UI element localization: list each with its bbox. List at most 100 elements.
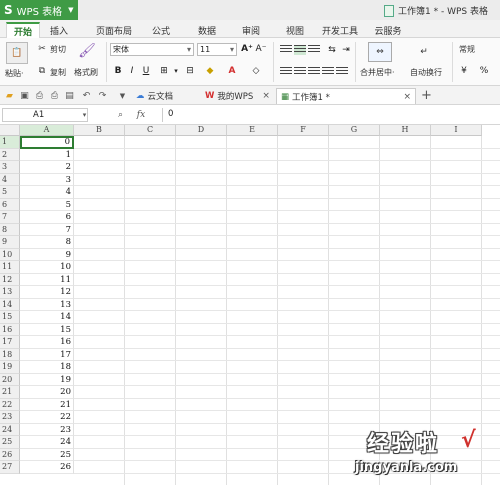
percent-button[interactable]: % <box>478 65 490 77</box>
tab-cloud-docs[interactable]: ☁ 云文档 <box>136 88 173 104</box>
column-header-d[interactable]: D <box>176 125 227 136</box>
merge-center-label[interactable]: 合并居中· <box>360 67 395 78</box>
cell-a[interactable]: 24 <box>20 436 74 449</box>
tab-cloud-services[interactable]: 云服务 <box>368 22 408 38</box>
row-header[interactable]: 24 <box>0 423 20 436</box>
fx-icon[interactable]: fx <box>132 108 150 121</box>
paste-label[interactable]: 粘贴· <box>5 68 24 79</box>
column-header-h[interactable]: H <box>380 125 431 136</box>
borders-icon[interactable]: ⊞ <box>158 65 170 77</box>
save-icon[interactable]: ▣ <box>18 89 31 102</box>
format-painter-icon[interactable]: 🖌 <box>78 42 96 60</box>
column-header-a[interactable]: A <box>20 125 74 136</box>
align-left-icon[interactable] <box>280 67 292 77</box>
row-header[interactable]: 16 <box>0 323 20 336</box>
cell-a[interactable]: 3 <box>20 173 74 186</box>
column-header-i[interactable]: I <box>431 125 482 136</box>
row-header[interactable]: 23 <box>0 411 20 424</box>
cell-a[interactable]: 17 <box>20 348 74 361</box>
merge-center-icon[interactable]: ⇔ <box>368 42 392 62</box>
orientation-icon[interactable]: ⇆ <box>326 44 338 56</box>
row-header[interactable]: 2 <box>0 148 20 161</box>
clear-format-icon[interactable]: ◇ <box>250 65 262 77</box>
row-header[interactable]: 8 <box>0 223 20 236</box>
distribute-icon[interactable] <box>336 67 348 77</box>
tab-page-layout[interactable]: 页面布局 <box>92 22 136 38</box>
align-right-icon[interactable] <box>308 67 320 77</box>
name-box[interactable]: A1 <box>2 108 88 122</box>
cell-a[interactable]: 14 <box>20 311 74 324</box>
font-name-select[interactable]: 宋体 <box>110 43 194 56</box>
row-header[interactable]: 3 <box>0 161 20 174</box>
cell-a[interactable]: 25 <box>20 448 74 461</box>
row-header[interactable]: 27 <box>0 461 20 474</box>
row-header[interactable]: 9 <box>0 236 20 249</box>
cell-a[interactable]: 1 <box>20 148 74 161</box>
app-menu-button[interactable]: S WPS 表格 ▼ <box>0 0 78 20</box>
cell-a[interactable]: 5 <box>20 198 74 211</box>
cell-a[interactable]: 16 <box>20 336 74 349</box>
tab-review[interactable]: 审阅 <box>236 22 266 38</box>
row-header[interactable]: 6 <box>0 198 20 211</box>
tab-my-wps[interactable]: W 我的WPS × <box>205 88 270 104</box>
format-painter-label[interactable]: 格式刷 <box>74 67 98 78</box>
row-header[interactable]: 11 <box>0 261 20 274</box>
row-header[interactable]: 1 <box>0 136 20 149</box>
active-cell-a1[interactable]: 0 <box>20 136 74 149</box>
row-header[interactable]: 19 <box>0 361 20 374</box>
column-header-f[interactable]: F <box>278 125 329 136</box>
underline-icon[interactable]: U <box>140 65 152 77</box>
cell-a[interactable]: 18 <box>20 361 74 374</box>
wrap-text-icon[interactable]: ↵ <box>414 42 434 62</box>
row-header[interactable]: 7 <box>0 211 20 224</box>
currency-icon[interactable]: ¥ <box>458 65 470 77</box>
name-box-dropdown-icon[interactable]: ▾ <box>78 108 91 121</box>
justify-icon[interactable] <box>322 67 334 77</box>
formula-input[interactable]: 0 <box>162 108 498 122</box>
row-header[interactable]: 25 <box>0 436 20 449</box>
cell-a[interactable]: 11 <box>20 273 74 286</box>
row-header[interactable]: 17 <box>0 336 20 349</box>
close-icon[interactable]: × <box>262 91 270 101</box>
cell-a[interactable]: 13 <box>20 298 74 311</box>
align-bottom-icon[interactable] <box>308 45 320 55</box>
column-header-c[interactable]: C <box>125 125 176 136</box>
indent-icon[interactable]: ⇥ <box>340 44 352 56</box>
paste-icon[interactable]: 📋 <box>6 42 28 64</box>
customize-chevron-icon[interactable]: ▼ <box>116 89 129 102</box>
cell-a[interactable]: 20 <box>20 386 74 399</box>
row-header[interactable]: 22 <box>0 398 20 411</box>
number-format-select[interactable]: 常规 <box>459 44 475 55</box>
font-size-select[interactable]: 11 <box>197 43 237 56</box>
tab-home[interactable]: 开始 <box>6 22 40 38</box>
row-header[interactable]: 20 <box>0 373 20 386</box>
chevron-down-icon[interactable]: ▾ <box>170 65 182 77</box>
cell-a[interactable]: 10 <box>20 261 74 274</box>
tab-insert[interactable]: 插入 <box>44 22 74 38</box>
cell-a[interactable]: 19 <box>20 373 74 386</box>
open-folder-icon[interactable]: ▰ <box>3 89 16 102</box>
cell-a[interactable]: 4 <box>20 186 74 199</box>
close-icon[interactable]: × <box>403 92 411 102</box>
tab-developer[interactable]: 开发工具 <box>318 22 362 38</box>
decrease-font-icon[interactable]: A⁻ <box>255 43 267 55</box>
tab-view[interactable]: 视图 <box>280 22 310 38</box>
cell-a[interactable]: 12 <box>20 286 74 299</box>
print-icon[interactable]: ⎙ <box>48 89 61 102</box>
merge-icon[interactable]: ⊟ <box>184 65 196 77</box>
row-header[interactable]: 18 <box>0 348 20 361</box>
row-header[interactable]: 12 <box>0 273 20 286</box>
tab-formulas[interactable]: 公式 <box>146 22 176 38</box>
copy-icon[interactable]: ⧉ <box>36 65 48 77</box>
print-preview-icon[interactable]: ⎙ <box>33 89 46 102</box>
column-header-g[interactable]: G <box>329 125 380 136</box>
select-all-corner[interactable] <box>0 125 20 136</box>
cell-a[interactable]: 2 <box>20 161 74 174</box>
italic-icon[interactable]: I <box>126 65 138 77</box>
tab-data[interactable]: 数据 <box>192 22 222 38</box>
row-header[interactable]: 4 <box>0 173 20 186</box>
copy-label[interactable]: 复制 <box>50 67 66 78</box>
zoom-icon[interactable]: ⌕ <box>114 108 127 121</box>
cell-a[interactable]: 7 <box>20 223 74 236</box>
cut-icon[interactable]: ✂ <box>36 43 48 55</box>
